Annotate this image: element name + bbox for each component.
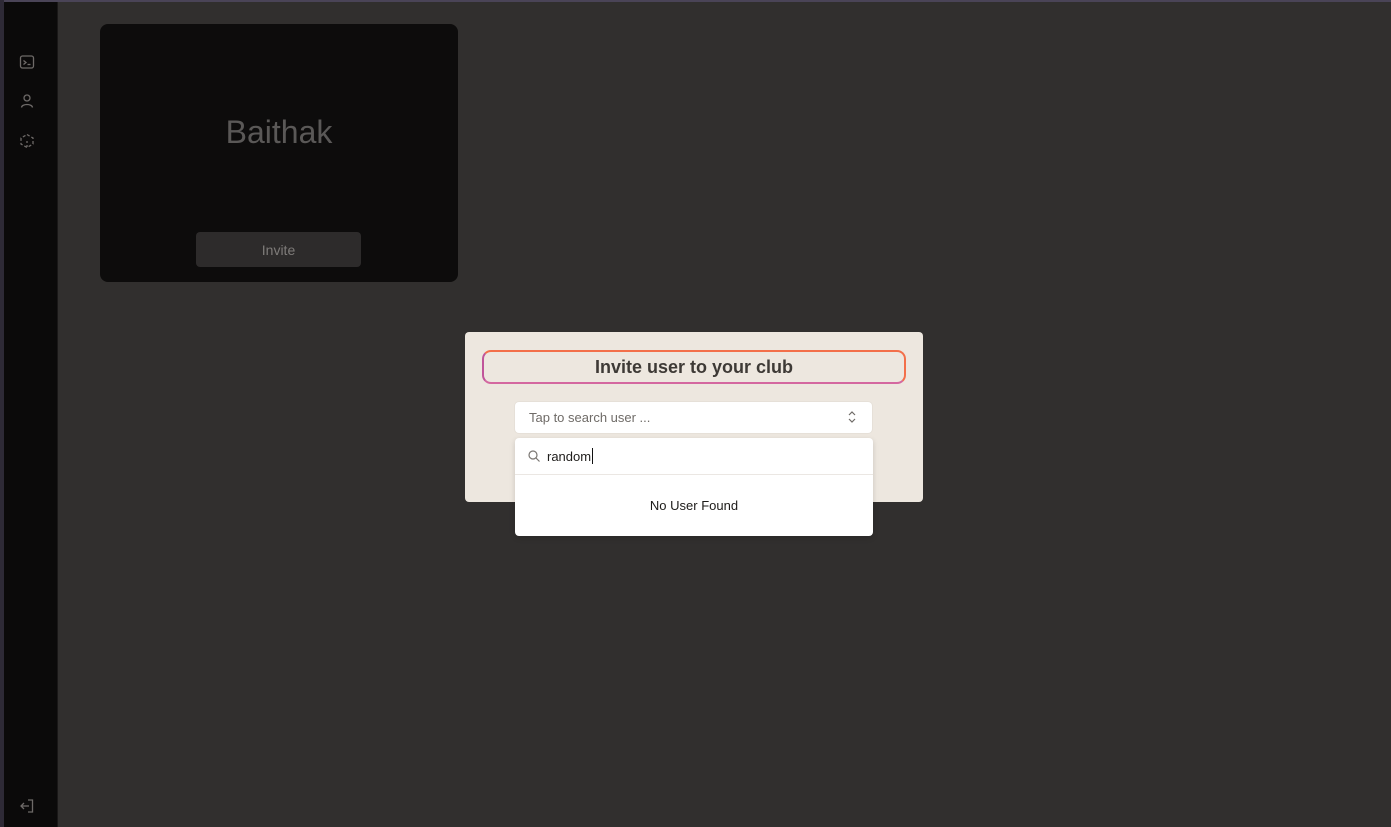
user-icon[interactable] [18, 92, 36, 110]
empty-results-message: No User Found [649, 498, 739, 513]
search-row [515, 438, 873, 475]
invite-button[interactable]: Invite [196, 232, 361, 267]
box-icon[interactable] [18, 132, 36, 150]
modal-title: Invite user to your club [594, 356, 794, 377]
text-caret [592, 448, 594, 464]
club-card: Baithak Invite [100, 24, 458, 282]
modal-title-frame: Invite user to your club [482, 350, 906, 384]
user-search-select[interactable]: Tap to search user ... [515, 402, 872, 433]
search-icon [528, 450, 540, 462]
chevron-up-down-icon [848, 411, 856, 423]
club-title: Baithak [225, 114, 333, 150]
logout-icon[interactable] [18, 797, 36, 815]
user-search-dropdown: No User Found [515, 438, 873, 536]
select-placeholder: Tap to search user ... [529, 410, 651, 425]
sidebar [4, 2, 58, 827]
terminal-icon[interactable] [18, 53, 36, 71]
